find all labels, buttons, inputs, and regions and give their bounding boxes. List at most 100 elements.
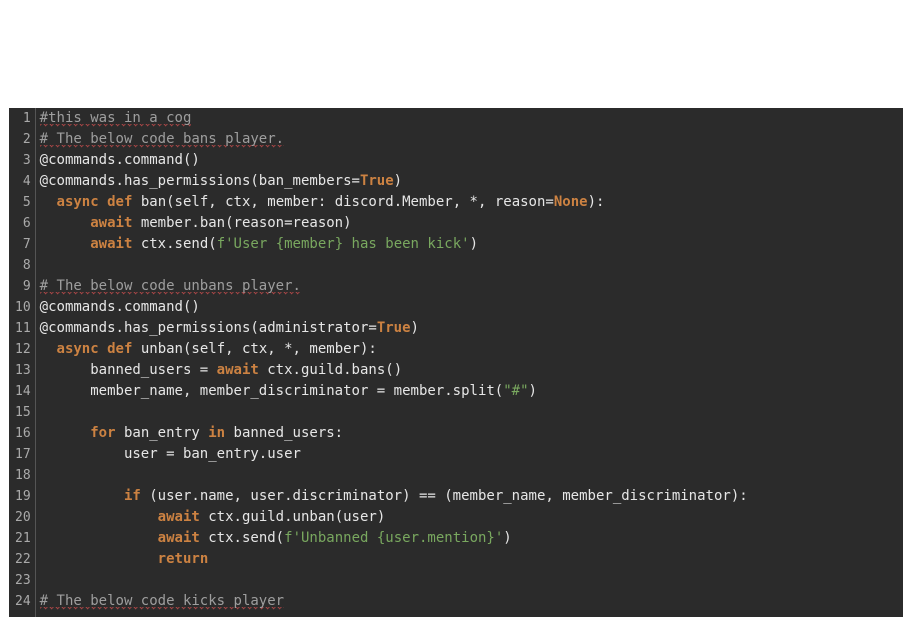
code-line[interactable]: await ctx.send(f'Unbanned {user.mention}… — [40, 528, 903, 549]
code-line[interactable]: @commands.command() — [40, 150, 903, 171]
code-line[interactable]: await member.ban(reason=reason) — [40, 213, 903, 234]
code-line[interactable]: # The below code unbans player. — [40, 276, 903, 297]
code-token — [40, 194, 57, 210]
code-line[interactable] — [40, 402, 903, 423]
line-number: 7 — [9, 234, 35, 255]
code-token: member.ban(reason=reason) — [132, 215, 351, 231]
code-token — [40, 425, 91, 441]
code-token — [40, 215, 91, 231]
line-number: 4 — [9, 171, 35, 192]
line-number-gutter: 123456789101112131415161718192021222324 — [9, 108, 36, 617]
code-line[interactable]: @commands.has_permissions(administrator=… — [40, 318, 903, 339]
line-number: 13 — [9, 360, 35, 381]
code-line[interactable]: # The below code kicks player — [40, 591, 903, 612]
code-token: await — [158, 530, 200, 546]
code-area[interactable]: #this was in a cog # The below code bans … — [36, 108, 903, 617]
line-number: 14 — [9, 381, 35, 402]
line-number: 1 — [9, 108, 35, 129]
line-number: 6 — [9, 213, 35, 234]
code-token: async — [57, 194, 99, 210]
code-token: await — [217, 362, 259, 378]
line-number: 9 — [9, 276, 35, 297]
code-token: def — [107, 341, 132, 357]
code-token: # The below code kicks player — [40, 593, 284, 610]
line-number: 24 — [9, 591, 35, 612]
code-token — [99, 341, 107, 357]
line-number: 19 — [9, 486, 35, 507]
code-line[interactable]: member_name, member_discriminator = memb… — [40, 381, 903, 402]
code-token: if — [124, 488, 141, 504]
code-token: (user.name, user.discriminator) == (memb… — [141, 488, 748, 504]
code-line[interactable]: #this was in a cog — [40, 108, 903, 129]
code-line[interactable]: await ctx.send(f'User {member} has been … — [40, 234, 903, 255]
code-token: @commands.command() — [40, 152, 200, 168]
code-token: in — [208, 425, 225, 441]
line-number: 18 — [9, 465, 35, 486]
code-token — [40, 509, 158, 525]
code-line[interactable]: user = ban_entry.user — [40, 444, 903, 465]
code-token: ) — [394, 173, 402, 189]
code-token: 'Unbanned {user.mention}' — [293, 530, 504, 546]
line-number: 16 — [9, 423, 35, 444]
code-token: f — [284, 530, 292, 546]
code-token: banned_users: — [225, 425, 343, 441]
code-token: async — [57, 341, 99, 357]
line-number: 22 — [9, 549, 35, 570]
code-line[interactable]: @commands.command() — [40, 297, 903, 318]
code-token: ) — [529, 383, 537, 399]
code-line[interactable]: await ctx.guild.unban(user) — [40, 507, 903, 528]
code-token: ) — [411, 320, 419, 336]
line-number: 10 — [9, 297, 35, 318]
code-token: @commands.has_permissions(administrator= — [40, 320, 377, 336]
line-number: 8 — [9, 255, 35, 276]
code-token — [40, 488, 124, 504]
code-token: @commands.has_permissions(ban_members= — [40, 173, 360, 189]
code-token: ctx.guild.unban(user) — [200, 509, 385, 525]
code-token: ctx.guild.bans() — [259, 362, 402, 378]
code-line[interactable]: return — [40, 549, 903, 570]
code-token: ) — [503, 530, 511, 546]
code-token: 'User {member} has been kick' — [225, 236, 469, 252]
code-token: for — [90, 425, 115, 441]
code-token: #this was in a cog — [40, 110, 192, 127]
line-number: 3 — [9, 150, 35, 171]
code-editor[interactable]: 123456789101112131415161718192021222324 … — [9, 108, 903, 617]
line-number: 17 — [9, 444, 35, 465]
line-number: 12 — [9, 339, 35, 360]
code-token: await — [90, 236, 132, 252]
code-token — [40, 551, 158, 567]
code-line[interactable]: for ban_entry in banned_users: — [40, 423, 903, 444]
code-token — [40, 530, 158, 546]
code-token — [99, 194, 107, 210]
code-token: ban(self, ctx, member: discord.Member, *… — [132, 194, 553, 210]
code-token: f — [217, 236, 225, 252]
code-token: # The below code unbans player. — [40, 278, 301, 295]
code-token — [40, 341, 57, 357]
code-token: ctx.send( — [132, 236, 216, 252]
code-token: user = ban_entry.user — [40, 446, 301, 462]
code-token — [40, 236, 91, 252]
code-token: await — [158, 509, 200, 525]
code-token: None — [554, 194, 588, 210]
code-line[interactable] — [40, 255, 903, 276]
code-token: unban(self, ctx, *, member): — [132, 341, 376, 357]
code-line[interactable]: if (user.name, user.discriminator) == (m… — [40, 486, 903, 507]
line-number: 11 — [9, 318, 35, 339]
line-number: 5 — [9, 192, 35, 213]
code-token: @commands.command() — [40, 299, 200, 315]
line-number: 21 — [9, 528, 35, 549]
code-token: True — [360, 173, 394, 189]
code-line[interactable] — [40, 570, 903, 591]
code-token: # The below code bans player. — [40, 131, 284, 148]
code-line[interactable]: async def ban(self, ctx, member: discord… — [40, 192, 903, 213]
code-token: def — [107, 194, 132, 210]
code-line[interactable]: # The below code bans player. — [40, 129, 903, 150]
code-token: True — [377, 320, 411, 336]
code-token: ) — [470, 236, 478, 252]
code-line[interactable]: async def unban(self, ctx, *, member): — [40, 339, 903, 360]
code-line[interactable]: @commands.has_permissions(ban_members=Tr… — [40, 171, 903, 192]
line-number: 23 — [9, 570, 35, 591]
line-number: 20 — [9, 507, 35, 528]
code-line[interactable]: banned_users = await ctx.guild.bans() — [40, 360, 903, 381]
code-line[interactable] — [40, 465, 903, 486]
